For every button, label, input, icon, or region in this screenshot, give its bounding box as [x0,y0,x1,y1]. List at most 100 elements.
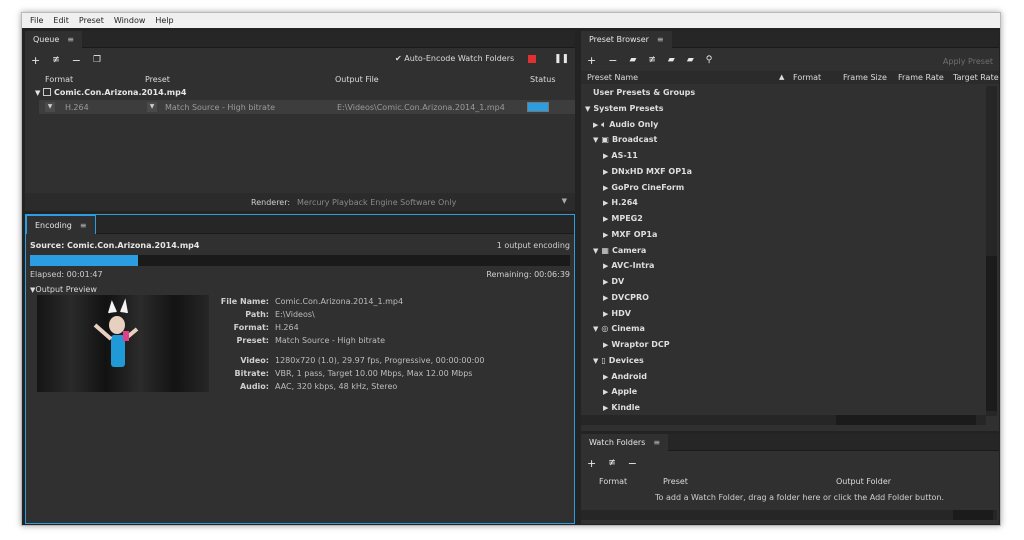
preset-tree-item[interactable]: ▼ ▦ Camera [593,246,646,255]
scroll-thumb[interactable] [953,510,993,520]
expand-down-icon[interactable]: ▼ [593,247,598,255]
preset-tree-item[interactable]: ▶ AVC-Intra [603,261,654,270]
preset-tree-item[interactable]: ▶ H.264 [603,198,638,207]
preset-tree-item[interactable]: ▶ Wraptor DCP [603,340,670,349]
expand-right-icon[interactable]: ▶ [603,373,608,381]
col-format[interactable]: Format [45,75,73,84]
queue-source-item[interactable]: ▼ Comic.Con.Arizona.2014.mp4 [35,88,186,97]
preset-dropdown[interactable]: ▼ [147,102,157,112]
panel-menu-icon[interactable]: ≡ [657,35,664,44]
preset-tree-item[interactable]: ▶ Kindle [603,403,640,412]
preset-tree-item[interactable]: ▶ GoPro CineForm [603,183,684,192]
col-frame-size[interactable]: Frame Size [843,73,887,82]
settings-icon[interactable]: ≢ [52,55,60,65]
col-preset-name[interactable]: Preset Name [587,73,638,82]
search-icon[interactable]: ⚲ [706,55,713,65]
tab-watch-folders[interactable]: Watch Folders ≡ [581,434,669,451]
preset-tree-item[interactable]: ▼ ▣ Broadcast [593,135,657,144]
apply-preset-button[interactable]: Apply Preset [943,57,993,66]
preset-tree-item[interactable]: ▶ MPEG2 [603,214,643,223]
expand-right-icon[interactable]: ▶ [603,278,608,286]
row-output-file[interactable]: E:\Videos\Comic.Con.Arizona.2014_1.mp4 [337,103,505,112]
preset-tree-item[interactable]: ▶ AS-11 [603,151,638,160]
new-preset-button[interactable]: + [587,55,596,66]
col-target-rate[interactable]: Target Rate [953,73,999,82]
preset-tree-item[interactable]: ▼ ◎ Cinema [593,324,645,333]
menu-file[interactable]: File [30,16,43,25]
expand-right-icon[interactable]: ▶ [603,199,608,207]
preset-tree-item[interactable]: ▶ Apple [603,387,637,396]
preset-tree-item[interactable]: ▶ 🔈︎ Audio Only [593,120,658,130]
remove-folder-button[interactable]: − [628,458,637,469]
remove-button[interactable]: − [72,55,81,66]
expand-right-icon[interactable]: ▶ [603,152,608,160]
expand-right-icon[interactable]: ▶ [603,310,608,318]
expand-right-icon[interactable]: ▶ [603,294,608,302]
col-frame-rate[interactable]: Frame Rate [898,73,944,82]
auto-encode-checkbox[interactable]: ✔ Auto-Encode Watch Folders [395,54,514,63]
menu-edit[interactable]: Edit [53,16,69,25]
col-output-folder[interactable]: Output Folder [836,477,891,486]
duplicate-icon[interactable]: ❐ [93,55,101,65]
scroll-thumb[interactable] [836,415,976,425]
panel-menu-icon[interactable]: ≡ [653,438,660,447]
col-output-file[interactable]: Output File [335,75,379,84]
expand-right-icon[interactable]: ▶ [603,388,608,396]
tab-preset-browser[interactable]: Preset Browser ≡ [581,31,672,48]
preset-tree-item[interactable]: ▼ System Presets [585,104,664,113]
watch-settings-icon[interactable]: ≢ [608,458,616,468]
new-group-icon[interactable]: ▰ [629,55,636,65]
menu-help[interactable]: Help [155,16,173,25]
preset-tree-item[interactable]: ▶ DV [603,277,624,286]
preset-vscrollbar[interactable] [986,86,997,416]
output-preview-toggle[interactable]: ▼Output Preview [30,285,97,294]
preset-tree-item[interactable]: ▶ DNxHD MXF OP1a [603,167,692,176]
import-preset-icon[interactable]: ▰ [668,55,675,65]
expand-down-icon[interactable]: ▼ [585,105,590,113]
sort-up-icon[interactable]: ▲ [779,73,784,81]
expand-right-icon[interactable]: ▶ [603,231,608,239]
preset-settings-icon[interactable]: ≢ [648,55,656,65]
preset-tree-item[interactable]: User Presets & Groups [593,88,695,97]
expand-right-icon[interactable]: ▶ [603,262,608,270]
tab-encoding[interactable]: Encoding ≡ [26,215,96,234]
export-preset-icon[interactable]: ▰ [687,55,694,65]
expand-right-icon[interactable]: ▶ [603,341,608,349]
queue-output-row[interactable]: ▼ H.264 ▼ Match Source - High bitrate E:… [39,100,575,114]
add-source-button[interactable]: + [31,55,40,66]
preset-tree-item[interactable]: ▶ Android [603,372,647,381]
preset-hscrollbar[interactable] [581,415,986,425]
watch-hscrollbar[interactable] [581,510,997,520]
menu-preset[interactable]: Preset [79,16,104,25]
tab-queue[interactable]: Queue ≡ [25,31,82,48]
format-dropdown[interactable]: ▼ [45,102,55,112]
stop-queue-button[interactable] [528,55,536,63]
scroll-thumb[interactable] [986,256,997,411]
add-folder-button[interactable]: + [587,458,596,469]
preset-tree-item[interactable]: ▼ ▯ Devices [593,356,644,365]
row-preset[interactable]: Match Source - High bitrate [165,103,275,112]
col-watch-preset[interactable]: Preset [663,477,688,486]
expand-down-icon[interactable]: ▼ [593,325,598,333]
expand-right-icon[interactable]: ▶ [603,168,608,176]
preset-tree-item[interactable]: ▶ DVCPRO [603,293,649,302]
expand-right-icon[interactable]: ▶ [603,215,608,223]
col-watch-format[interactable]: Format [599,477,627,486]
expand-right-icon[interactable]: ▶ [593,121,598,129]
preset-tree-item[interactable]: ▶ HDV [603,309,631,318]
expand-down-icon[interactable]: ▼ [593,136,598,144]
panel-menu-icon[interactable]: ≡ [80,221,87,230]
expand-right-icon[interactable]: ▶ [603,184,608,192]
col-status[interactable]: Status [530,75,556,84]
renderer-dropdown[interactable]: Mercury Playback Engine Software Only ▼ [295,195,571,208]
col-preset[interactable]: Preset [145,75,170,84]
preset-tree-item[interactable]: ▶ MXF OP1a [603,230,657,239]
remove-preset-button[interactable]: − [608,55,617,66]
col-preset-format[interactable]: Format [793,73,821,82]
expand-down-icon[interactable]: ▼ [593,357,598,365]
expand-right-icon[interactable]: ▶ [603,404,608,412]
pause-queue-button[interactable]: ❚❚ [554,54,569,64]
menu-window[interactable]: Window [114,16,146,25]
panel-menu-icon[interactable]: ≡ [67,35,74,44]
row-format[interactable]: H.264 [65,103,89,112]
